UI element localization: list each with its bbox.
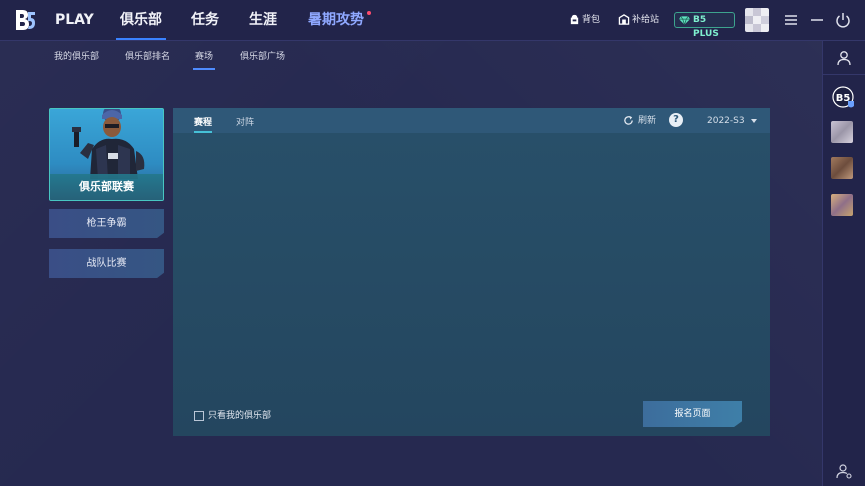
supply-station-label: 补给站	[632, 15, 660, 25]
gun-king-contest-button[interactable]: 枪王争霸	[49, 209, 164, 238]
refresh-icon	[624, 115, 633, 125]
nav-tasks[interactable]: 任务	[191, 0, 219, 40]
friend-avatar-1[interactable]	[831, 121, 853, 143]
season-select[interactable]: 2022-S3	[707, 114, 757, 128]
season-value: 2022-S3	[707, 116, 745, 126]
signup-page-button[interactable]: 报名页面	[643, 401, 742, 427]
backpack-button[interactable]: 背包	[569, 12, 600, 28]
match-panel: 赛程 对阵 刷新 ? 2022-S3 只看我的俱乐部 报名页面	[173, 108, 770, 436]
panel-header: 赛程 对阵 刷新 ? 2022-S3	[173, 108, 770, 133]
only-my-club-checkbox[interactable]: 只看我的俱乐部	[194, 410, 271, 422]
b5-logo-icon[interactable]	[14, 8, 36, 32]
diamond-icon	[679, 16, 690, 25]
subnav-club-plaza[interactable]: 俱乐部广场	[240, 50, 285, 70]
refresh-label: 刷新	[638, 116, 657, 126]
shop-icon	[618, 14, 630, 25]
user-avatar[interactable]	[745, 8, 769, 32]
top-bar: PLAY 俱乐部 任务 生涯 暑期攻势 背包 补给站 B5 PLUS	[0, 0, 865, 41]
subnav-my-club[interactable]: 我的俱乐部	[54, 50, 99, 70]
club-league-label: 俱乐部联赛	[50, 174, 163, 200]
user-settings-icon[interactable]	[836, 463, 852, 479]
tab-schedule[interactable]: 赛程	[194, 115, 213, 133]
backpack-label: 背包	[582, 15, 601, 25]
friend-avatar-2[interactable]	[831, 157, 853, 179]
user-icon[interactable]	[836, 50, 852, 66]
help-icon[interactable]: ?	[669, 113, 683, 127]
nav-summer-offensive[interactable]: 暑期攻势	[308, 0, 371, 40]
nav-club[interactable]: 俱乐部	[116, 0, 166, 40]
backpack-icon	[570, 14, 579, 25]
club-league-card[interactable]: 俱乐部联赛	[49, 108, 164, 201]
checkbox-box[interactable]	[194, 410, 204, 421]
minimize-icon[interactable]	[808, 11, 826, 29]
nav-summer-offensive-label: 暑期攻势	[308, 12, 364, 28]
power-icon[interactable]	[834, 11, 852, 29]
only-my-club-label: 只看我的俱乐部	[208, 411, 272, 421]
soldier-character-illustration	[72, 109, 145, 179]
team-match-button[interactable]: 战队比赛	[49, 249, 164, 278]
b5-plus-button[interactable]: B5 PLUS	[674, 12, 735, 39]
tab-matchups[interactable]: 对阵	[236, 115, 254, 133]
b5-plus-label: B5 PLUS	[693, 15, 719, 39]
b5-club-badge-icon[interactable]: B5	[832, 86, 856, 110]
nav-career[interactable]: 生涯	[249, 0, 277, 40]
right-sidebar: B5	[822, 41, 865, 486]
subnav-arena[interactable]: 赛场	[192, 50, 216, 70]
notification-dot	[367, 11, 371, 15]
refresh-button[interactable]: 刷新	[623, 114, 656, 128]
nav-play[interactable]: PLAY	[55, 0, 94, 40]
friends-header	[823, 41, 865, 75]
friend-avatar-3[interactable]	[831, 194, 853, 216]
subnav-club-ranking[interactable]: 俱乐部排名	[125, 50, 170, 70]
menu-icon[interactable]	[782, 11, 800, 29]
supply-station-button[interactable]: 补给站	[618, 12, 659, 28]
chevron-down-icon	[750, 118, 757, 123]
